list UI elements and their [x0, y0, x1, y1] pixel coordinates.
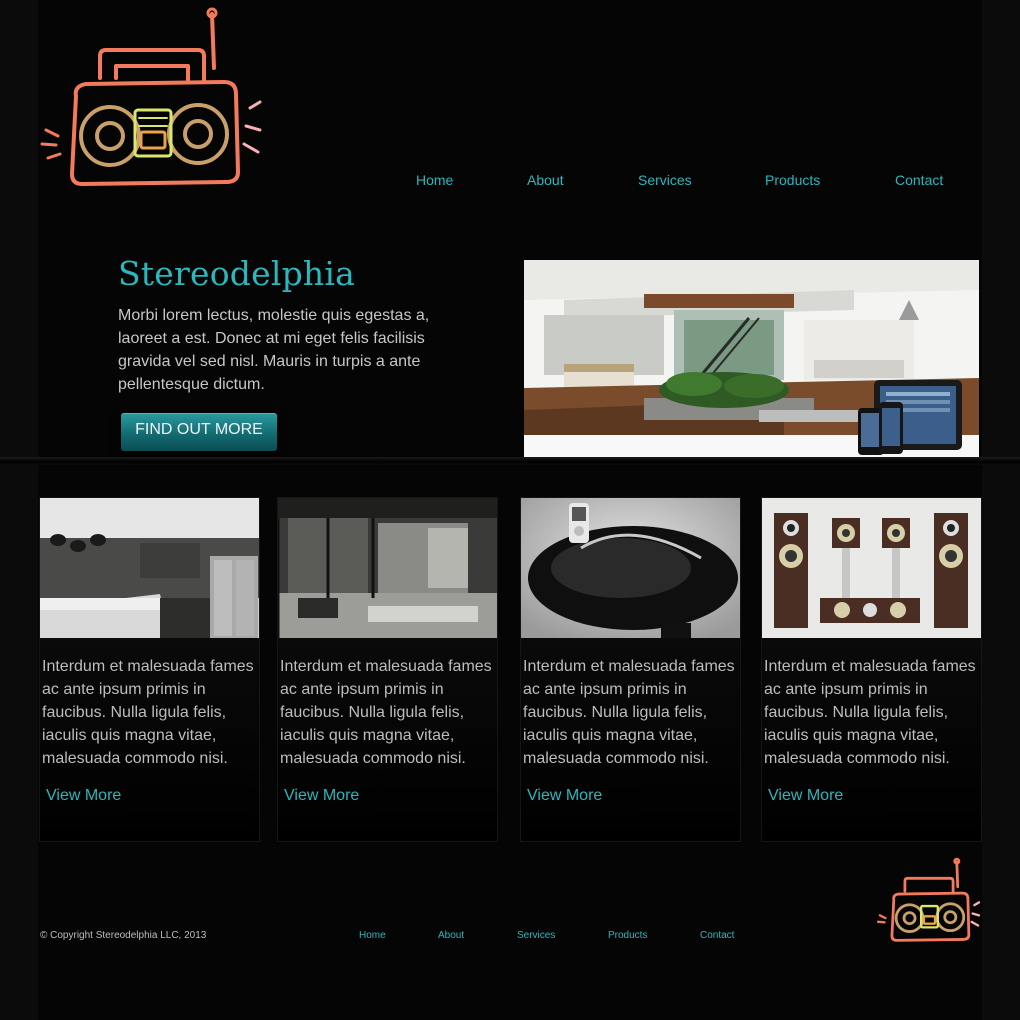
main-nav: Home About Services Products Contact — [0, 172, 1020, 192]
boombox-logo[interactable] — [38, 4, 266, 194]
feature-card-2: Interdum et malesuada fames ac ante ipsu… — [277, 497, 498, 842]
speaker-dock-image — [521, 498, 740, 638]
hero-image — [524, 260, 979, 457]
section-divider — [0, 457, 1020, 465]
footer-nav-contact[interactable]: Contact — [700, 930, 734, 941]
footer-nav-about[interactable]: About — [438, 930, 464, 941]
patio-image — [278, 498, 497, 638]
nav-about[interactable]: About — [527, 172, 564, 188]
kitchen-image — [40, 498, 259, 638]
view-more-link[interactable]: View More — [768, 787, 843, 805]
view-more-link[interactable]: View More — [46, 787, 121, 805]
nav-products[interactable]: Products — [765, 172, 820, 188]
footer-nav-home[interactable]: Home — [359, 930, 386, 941]
view-more-link[interactable]: View More — [527, 787, 602, 805]
view-more-link[interactable]: View More — [284, 787, 359, 805]
card-description: Interdum et malesuada fames ac ante ipsu… — [764, 658, 976, 767]
card-description: Interdum et malesuada fames ac ante ipsu… — [523, 658, 735, 767]
feature-card-1: Interdum et malesuada fames ac ante ipsu… — [39, 497, 260, 842]
speaker-set-image — [762, 498, 981, 638]
find-out-more-button[interactable]: FIND OUT MORE — [121, 413, 277, 451]
hero-description: Morbi lorem lectus, molestie quis egesta… — [118, 307, 430, 393]
card-description: Interdum et malesuada fames ac ante ipsu… — [280, 658, 492, 767]
nav-services[interactable]: Services — [638, 172, 692, 188]
footer-nav: Home About Services Products Contact — [0, 930, 1020, 944]
nav-contact[interactable]: Contact — [895, 172, 943, 188]
hero-title: Stereodelphia — [118, 254, 355, 293]
card-description: Interdum et malesuada fames ac ante ipsu… — [42, 658, 254, 767]
nav-home[interactable]: Home — [416, 172, 453, 188]
boombox-icon[interactable] — [876, 857, 982, 945]
footer-nav-services[interactable]: Services — [517, 930, 555, 941]
feature-card-4: Interdum et malesuada fames ac ante ipsu… — [761, 497, 982, 842]
footer-nav-products[interactable]: Products — [608, 930, 647, 941]
feature-card-3: Interdum et malesuada fames ac ante ipsu… — [520, 497, 741, 842]
